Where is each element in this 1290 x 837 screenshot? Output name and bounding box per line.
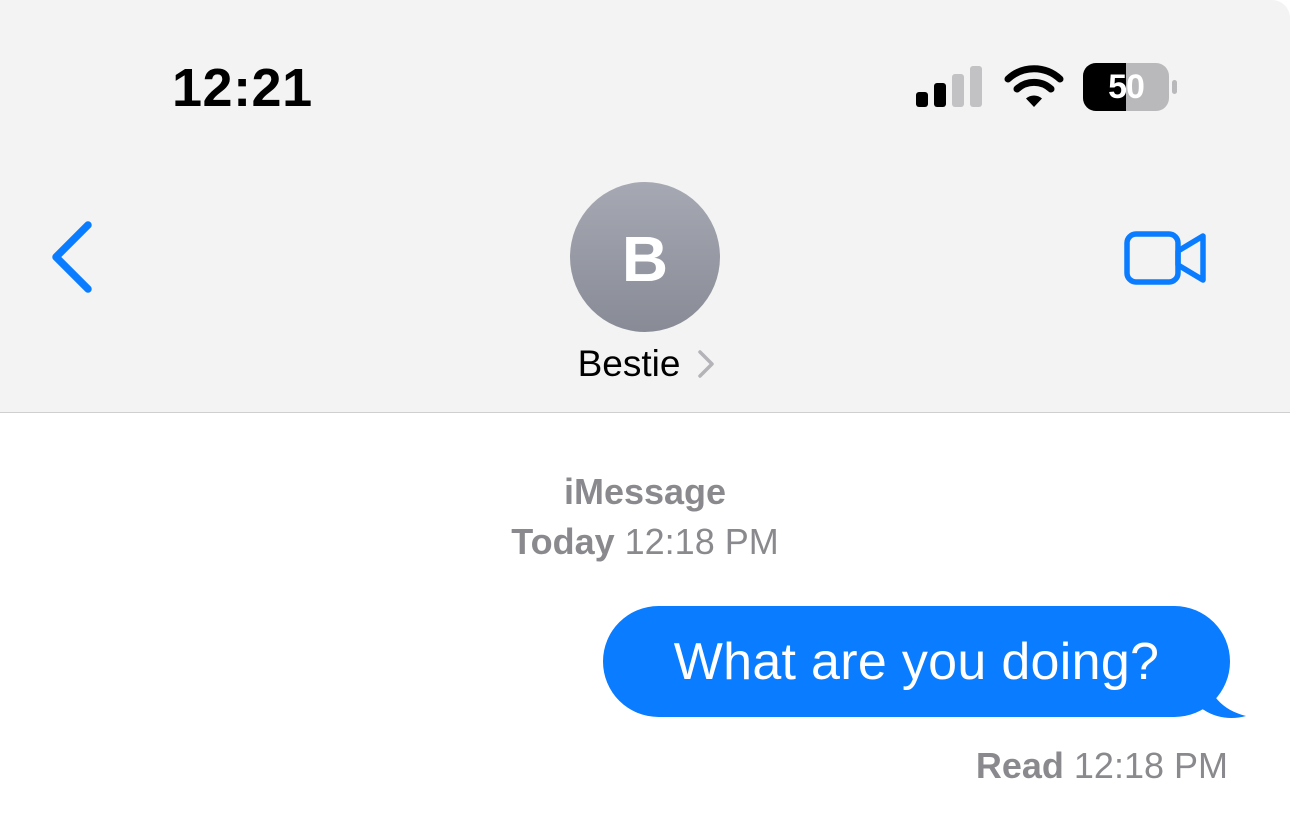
receipt-status: Read — [975, 745, 1064, 786]
timestamp-day: Today — [511, 521, 615, 562]
cellular-signal-icon — [916, 66, 982, 107]
conversation-header: 12:21 50 B Bestie — [0, 0, 1290, 413]
wifi-icon — [1004, 65, 1064, 107]
chevron-left-icon — [52, 221, 92, 293]
status-bar-time: 12:21 — [172, 58, 313, 118]
contact-name-button[interactable]: Bestie — [0, 340, 1290, 388]
contact-avatar[interactable]: B — [570, 182, 720, 332]
facetime-video-button[interactable] — [1122, 226, 1210, 290]
read-receipt: Read 12:18 PM — [976, 744, 1228, 788]
avatar-initial: B — [621, 223, 669, 295]
timestamp-time: 12:18 PM — [624, 521, 779, 562]
conversation-timestamp: Today 12:18 PM — [0, 520, 1290, 564]
receipt-time: 12:18 PM — [1073, 745, 1228, 786]
message-text: What are you doing? — [673, 632, 1160, 691]
battery-icon: 50 — [1083, 63, 1179, 111]
messages-screen: 12:21 50 B Bestie iMessage Today 12:18 P… — [0, 0, 1290, 837]
video-camera-icon — [1124, 231, 1206, 285]
chevron-right-icon — [698, 350, 715, 378]
outgoing-message-bubble[interactable]: What are you doing? — [603, 606, 1230, 717]
back-button[interactable] — [44, 215, 104, 299]
bubble-tail — [1196, 672, 1246, 718]
contact-name: Bestie — [577, 343, 681, 384]
service-label: iMessage — [563, 471, 727, 512]
battery-level: 50 — [1108, 68, 1145, 106]
